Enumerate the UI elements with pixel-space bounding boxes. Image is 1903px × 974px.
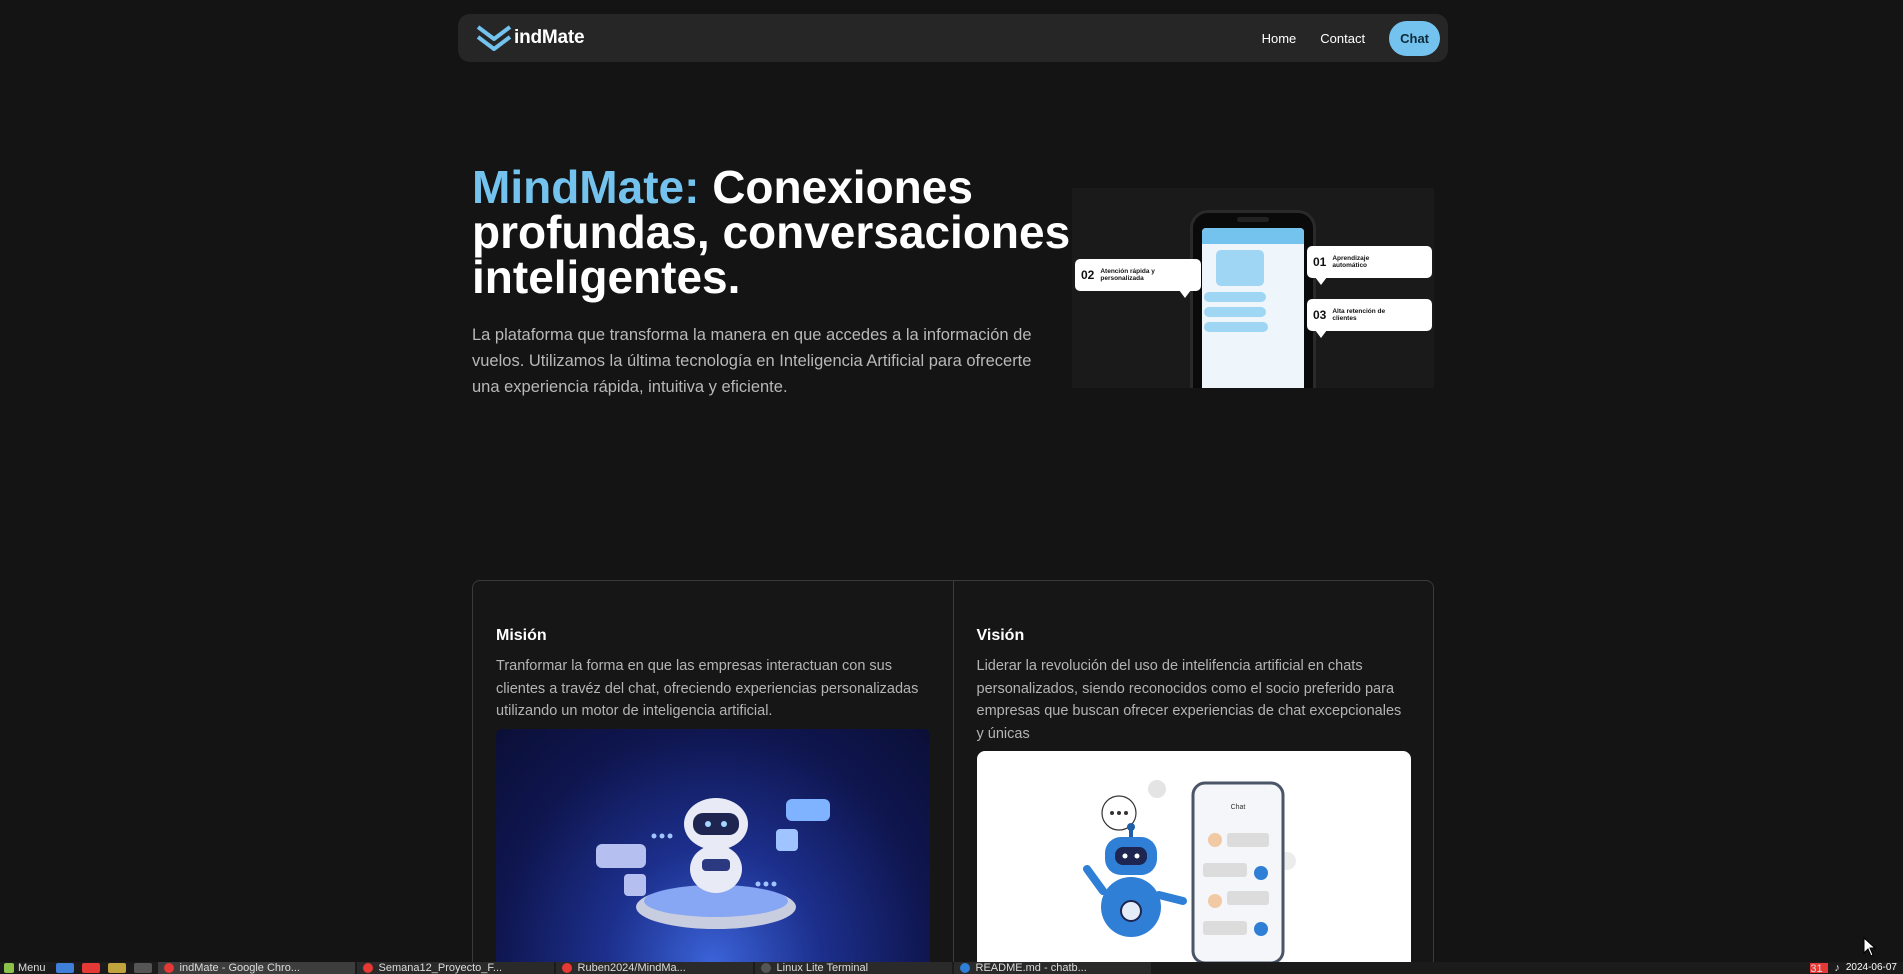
chat-bubble bbox=[1204, 307, 1266, 317]
phone-notch bbox=[1237, 217, 1269, 222]
taskbar-task-label: indMate - Google Chro... bbox=[179, 962, 300, 974]
vision-image: Chat bbox=[976, 751, 1411, 974]
chat-bubble bbox=[1204, 322, 1268, 332]
callout-label: Alta retención de clientes bbox=[1332, 308, 1386, 322]
taskbar-task[interactable]: Ruben2024/MindMa... bbox=[555, 962, 753, 974]
callout-label: Aprendizaje automático bbox=[1332, 255, 1370, 269]
brand-name: indMate bbox=[514, 27, 585, 48]
navbar: indMate Home Contact Chat bbox=[458, 14, 1448, 62]
vision-card: Visión Liderar la revolución del uso de … bbox=[952, 581, 1434, 974]
mission-title: Misión bbox=[496, 627, 547, 644]
terminal-icon bbox=[760, 963, 771, 973]
chrome-icon[interactable] bbox=[81, 963, 100, 973]
callout-label: Atención rápida y personalizada bbox=[1100, 268, 1155, 282]
mission-image bbox=[496, 729, 930, 974]
system-tray: 31 ♪ 2024-06-07 bbox=[1810, 962, 1903, 974]
taskbar-task-label: README.md - chatb... bbox=[975, 962, 1087, 974]
callout-01: 01 Aprendizaje automático bbox=[1307, 246, 1432, 285]
logo-chevron-icon bbox=[476, 25, 512, 51]
start-menu-button[interactable]: Menu bbox=[0, 962, 50, 974]
chrome-icon bbox=[362, 963, 373, 973]
chat-button[interactable]: Chat bbox=[1389, 20, 1440, 56]
chat-bubble bbox=[1216, 250, 1264, 286]
mission-vision-section: Misión Tranformar la forma en que las em… bbox=[472, 580, 1434, 974]
start-menu-label: Menu bbox=[18, 962, 46, 974]
mission-text: Tranformar la forma en que las empresas … bbox=[496, 658, 919, 719]
callout-03: 03 Alta retención de clientes bbox=[1307, 299, 1432, 338]
vscode-icon bbox=[959, 963, 970, 973]
vision-title: Visión bbox=[976, 627, 1025, 644]
nav-home-link[interactable]: Home bbox=[1262, 31, 1297, 46]
volume-icon[interactable]: ♪ bbox=[1834, 962, 1840, 974]
hero-illustration: 01 Aprendizaje automático 02 Atención rá… bbox=[1072, 188, 1434, 388]
clock-date[interactable]: 2024-06-07 bbox=[1846, 963, 1897, 973]
os-taskbar: Menu indMate - Google Chro... Semana12_P… bbox=[0, 962, 1903, 974]
menu-icon bbox=[4, 963, 14, 973]
taskbar-task[interactable]: README.md - chatb... bbox=[953, 962, 1151, 974]
vision-phone-header: Chat bbox=[1230, 804, 1245, 811]
callout-02: 02 Atención rápida y personalizada bbox=[1075, 259, 1201, 298]
taskbar-task[interactable]: Linux Lite Terminal bbox=[754, 962, 952, 974]
mouse-cursor-icon bbox=[1863, 937, 1877, 957]
quick-launch bbox=[50, 963, 158, 973]
nav-contact-link[interactable]: Contact bbox=[1320, 31, 1365, 46]
hero-title: MindMate: Conexiones profundas, conversa… bbox=[472, 164, 1072, 300]
phone-mockup bbox=[1190, 210, 1316, 388]
taskbar-task[interactable]: Semana12_Proyecto_F... bbox=[356, 962, 554, 974]
brand[interactable]: indMate bbox=[476, 23, 585, 53]
mission-card: Misión Tranformar la forma en que las em… bbox=[473, 581, 953, 974]
nav-links: Home Contact Chat bbox=[1262, 20, 1440, 56]
robot-illustration-icon bbox=[596, 798, 830, 929]
taskbar-task-label: Ruben2024/MindMa... bbox=[577, 962, 686, 974]
taskbar-task[interactable]: indMate - Google Chro... bbox=[157, 962, 355, 974]
terminal-icon[interactable] bbox=[133, 963, 152, 973]
taskbar-task-label: Semana12_Proyecto_F... bbox=[378, 962, 503, 974]
callout-number: 02 bbox=[1081, 268, 1095, 282]
phone-screen bbox=[1202, 228, 1304, 388]
file-manager-icon[interactable] bbox=[107, 963, 126, 973]
hero-description: La plataforma que transforma la manera e… bbox=[472, 326, 1032, 396]
chatbot-phone-illustration-icon: Chat bbox=[1082, 780, 1296, 965]
calendar-badge[interactable]: 31 bbox=[1810, 963, 1829, 974]
chrome-icon bbox=[163, 963, 174, 973]
callout-number: 03 bbox=[1313, 308, 1327, 322]
chat-bubble bbox=[1204, 292, 1266, 302]
vision-text: Liderar la revolución del uso de intelif… bbox=[976, 658, 1402, 742]
phone-screen-header bbox=[1202, 228, 1304, 244]
desktop-icon[interactable] bbox=[55, 963, 74, 973]
chrome-icon bbox=[561, 963, 572, 973]
taskbar-task-label: Linux Lite Terminal bbox=[776, 962, 869, 974]
callout-number: 01 bbox=[1313, 255, 1327, 269]
